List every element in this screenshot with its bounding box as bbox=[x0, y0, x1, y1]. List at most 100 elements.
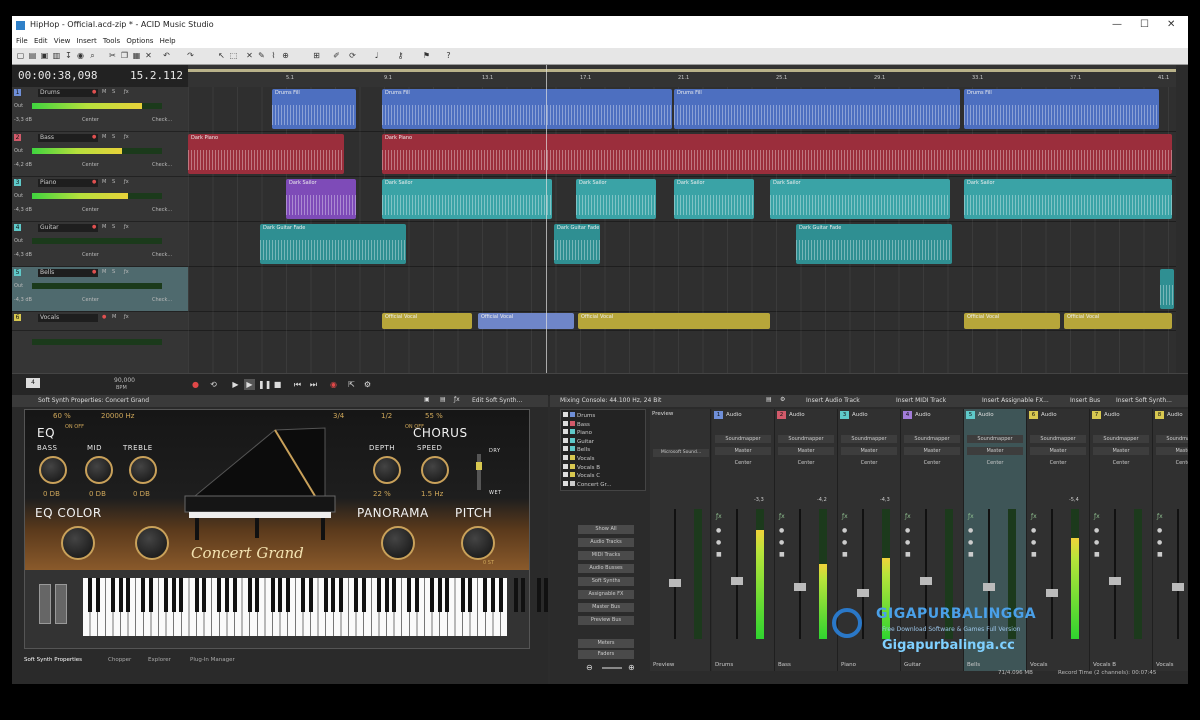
solo-icon[interactable]: S bbox=[112, 89, 115, 95]
black-key[interactable] bbox=[468, 578, 473, 612]
record-icon[interactable]: ■ bbox=[1094, 551, 1100, 558]
mute-icon[interactable]: ● bbox=[968, 527, 973, 534]
output-bus[interactable]: Master bbox=[1156, 447, 1188, 455]
go-to-end-icon[interactable]: ⏭ bbox=[308, 379, 319, 390]
fx-icon[interactable]: ƒx bbox=[1031, 513, 1037, 520]
black-key[interactable] bbox=[270, 578, 275, 612]
black-key[interactable] bbox=[285, 578, 290, 612]
eq-color-knob[interactable] bbox=[61, 526, 95, 560]
record-arm-icon[interactable]: ● bbox=[92, 179, 96, 185]
clip-guitar[interactable]: Dark Guitar Fade bbox=[260, 224, 406, 264]
clip-drums[interactable]: Drums Fill bbox=[272, 89, 356, 129]
pitch-wheel[interactable] bbox=[39, 584, 51, 624]
meters-button[interactable]: Meters bbox=[578, 639, 634, 648]
black-key[interactable] bbox=[392, 578, 397, 612]
mute-icon[interactable]: ● bbox=[716, 527, 721, 534]
marker-icon[interactable]: ⚑ bbox=[422, 51, 431, 60]
play-from-start-icon[interactable]: ▶ bbox=[230, 379, 241, 390]
master-track-header[interactable] bbox=[12, 331, 188, 374]
preview-device[interactable]: Microsoft Sound... bbox=[653, 449, 709, 457]
edit-soft-synth-button[interactable]: Edit Soft Synth... bbox=[472, 397, 522, 404]
search-icon[interactable]: ⌕ bbox=[88, 51, 97, 60]
strip-header[interactable]: 3 Audio bbox=[840, 411, 898, 420]
synth-save-icon[interactable]: ▣ bbox=[424, 396, 430, 403]
filter-button-master-bus[interactable]: Master Bus bbox=[578, 603, 634, 612]
black-key[interactable] bbox=[217, 578, 222, 612]
split-tool-icon[interactable]: ✕ bbox=[245, 51, 254, 60]
go-to-start-icon[interactable]: ⏮ bbox=[292, 379, 303, 390]
copy-icon[interactable]: ❐ bbox=[120, 51, 129, 60]
record-icon[interactable]: ■ bbox=[716, 551, 722, 558]
black-key[interactable] bbox=[498, 578, 503, 612]
track-header-bass[interactable]: 2 Bass ● M S ƒx Out -4,2 dB Center Check… bbox=[12, 132, 188, 177]
output-bus[interactable]: Master bbox=[715, 447, 771, 455]
fx-icon[interactable]: ƒx bbox=[124, 224, 129, 230]
paint-icon[interactable]: ✐ bbox=[332, 51, 341, 60]
filter-button-preview-bus[interactable]: Preview Bus bbox=[578, 616, 634, 625]
fx-icon[interactable]: ƒx bbox=[124, 179, 129, 185]
solo-icon[interactable]: ● bbox=[905, 539, 910, 546]
insert-midi-track-button[interactable]: Insert MIDI Track bbox=[896, 397, 946, 404]
black-key[interactable] bbox=[437, 578, 442, 612]
track-check[interactable]: Check... bbox=[152, 207, 172, 213]
clip-bass[interactable]: Dark Piano bbox=[188, 134, 344, 174]
fx-icon[interactable]: ƒx bbox=[124, 269, 129, 275]
selection-tool-icon[interactable]: ⬚ bbox=[229, 51, 238, 60]
clip-piano[interactable]: Dark Sailor bbox=[674, 179, 754, 219]
black-key[interactable] bbox=[255, 578, 260, 612]
record-user-icon[interactable]: ◉ bbox=[76, 51, 85, 60]
black-key[interactable] bbox=[225, 578, 229, 612]
envelope-tool-icon[interactable]: ⌇ bbox=[269, 51, 278, 60]
mixer-list-item[interactable]: Piano bbox=[563, 429, 592, 436]
filter-button-show-all[interactable]: Show All bbox=[578, 525, 634, 534]
mixer-list-item[interactable]: Guitar bbox=[563, 437, 594, 445]
mixer-list-item[interactable]: Drums bbox=[563, 412, 595, 419]
record-icon[interactable]: ■ bbox=[1157, 551, 1163, 558]
checkbox-icon[interactable] bbox=[563, 463, 568, 469]
solo-icon[interactable]: ● bbox=[968, 539, 973, 546]
black-key[interactable] bbox=[415, 578, 419, 612]
strip-header[interactable]: 6 Audio bbox=[1029, 411, 1087, 420]
solo-icon[interactable]: S bbox=[112, 224, 115, 230]
snap-icon[interactable]: ⊞ bbox=[312, 51, 321, 60]
record-icon[interactable]: ■ bbox=[779, 551, 785, 558]
track-header-piano[interactable]: 3 Piano ● M S ƒx Out -4,3 dB Center Chec… bbox=[12, 177, 188, 222]
output-device[interactable]: Soundmapper bbox=[1093, 435, 1149, 443]
track-header-bells[interactable]: 5 Bells ● M S ƒx Out -4,3 dB Center Chec… bbox=[12, 267, 188, 312]
track-check[interactable]: Check... bbox=[152, 162, 172, 168]
piano-keyboard[interactable] bbox=[83, 578, 556, 636]
playhead-cursor[interactable] bbox=[546, 65, 547, 373]
output-device[interactable]: Soundmapper bbox=[1156, 435, 1188, 443]
clip-piano[interactable]: Dark Sailor bbox=[770, 179, 950, 219]
track-volume[interactable]: -4,3 dB bbox=[14, 252, 32, 258]
solo-icon[interactable]: ● bbox=[1031, 539, 1036, 546]
record-arm-icon[interactable]: ● bbox=[92, 134, 96, 140]
menu-help[interactable]: Help bbox=[160, 36, 176, 45]
output-device[interactable]: Soundmapper bbox=[904, 435, 960, 443]
insert-bus-button[interactable]: Insert Bus bbox=[1070, 397, 1100, 404]
black-key[interactable] bbox=[361, 578, 366, 612]
pan-value[interactable]: Center bbox=[904, 459, 960, 467]
record-arm-icon[interactable]: ● bbox=[92, 269, 96, 275]
output-bus[interactable]: Master bbox=[841, 447, 897, 455]
clip-vocals[interactable]: Official Vocal bbox=[964, 313, 1060, 329]
checkbox-icon[interactable] bbox=[563, 420, 568, 426]
black-key[interactable] bbox=[536, 578, 541, 612]
synth-preset-icon[interactable]: ▤ bbox=[440, 396, 446, 403]
eq-on-off[interactable]: ON OFF bbox=[65, 424, 84, 430]
fader-cap[interactable] bbox=[1172, 583, 1184, 591]
solo-icon[interactable]: S bbox=[112, 179, 115, 185]
output-bus[interactable]: Master bbox=[778, 447, 834, 455]
checkbox-icon[interactable] bbox=[563, 437, 568, 443]
maximize-icon[interactable]: ☐ bbox=[1140, 19, 1149, 30]
black-key[interactable] bbox=[278, 578, 283, 612]
track-check[interactable]: Check... bbox=[152, 117, 172, 123]
channel-fader[interactable] bbox=[736, 509, 738, 639]
black-key[interactable] bbox=[521, 578, 526, 612]
synth-fx-icon[interactable]: ƒx bbox=[454, 396, 460, 403]
tab-soft-synth-properties[interactable]: Soft Synth Properties bbox=[24, 657, 82, 663]
tempo-meter[interactable]: 4 bbox=[26, 378, 40, 388]
tab-plug-in-manager[interactable]: Plug-In Manager bbox=[190, 657, 235, 663]
bass-knob[interactable] bbox=[39, 456, 67, 484]
checkbox-icon[interactable] bbox=[563, 472, 568, 478]
